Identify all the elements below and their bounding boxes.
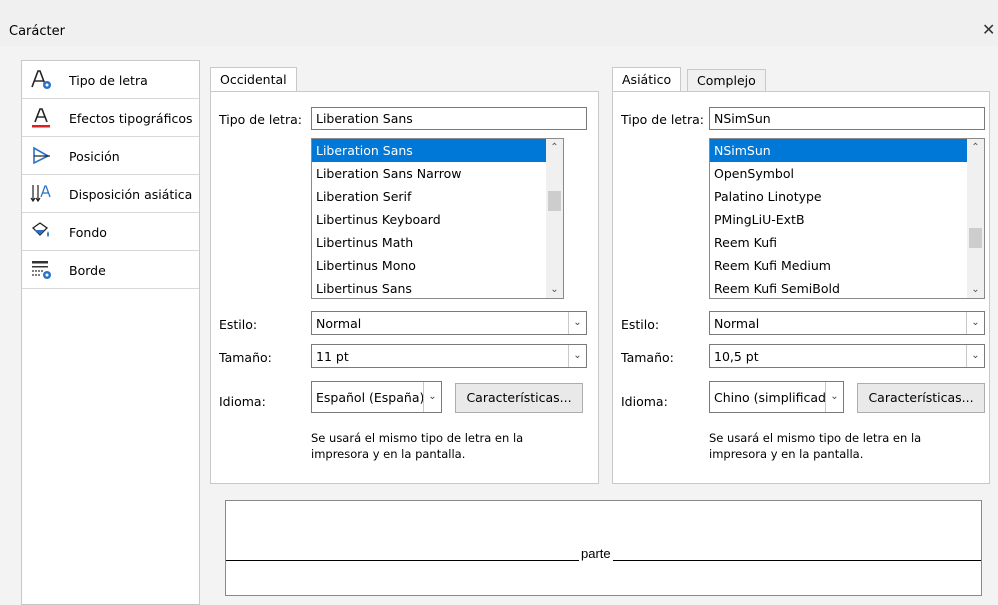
list-item[interactable]: Palatino Linotype [710, 185, 984, 208]
sidebar-item-label: Tipo de letra [69, 73, 148, 88]
list-item[interactable]: PMingLiU-ExtB [710, 208, 984, 231]
asian-font-panel: Tipo de letra: NSimSun NSimSun OpenSymbo… [612, 91, 990, 484]
western-language-select[interactable]: Español (España) ⌄ [311, 381, 442, 413]
scrollbar[interactable]: ⌃ ⌄ [546, 139, 563, 298]
style-label: Estilo: [219, 317, 258, 332]
scrollbar[interactable]: ⌃ ⌄ [967, 139, 984, 298]
western-font-input[interactable]: Liberation Sans [311, 107, 587, 130]
list-item[interactable]: Libertinus Math [312, 231, 563, 254]
sidebar-item-label: Posición [69, 149, 120, 164]
tab-western[interactable]: Occidental [210, 67, 297, 92]
list-item[interactable]: Libertinus Mono [312, 254, 563, 277]
chevron-down-icon[interactable]: ⌄ [568, 345, 586, 367]
asian-features-button[interactable]: Características... [857, 383, 985, 413]
sidebar-item-label: Fondo [69, 225, 107, 240]
sidebar-item-asian-layout[interactable]: Disposición asiática [22, 175, 199, 213]
western-style-select[interactable]: Normal ⌄ [311, 311, 587, 335]
list-item[interactable]: OpenSymbol [710, 162, 984, 185]
chevron-down-icon[interactable]: ⌄ [966, 312, 984, 334]
sidebar-item-background[interactable]: Fondo [22, 213, 199, 251]
chevron-down-icon[interactable]: ⌄ [967, 281, 984, 298]
list-item[interactable]: NSimSun [710, 139, 967, 162]
chevron-up-icon[interactable]: ⌃ [546, 139, 563, 156]
asian-size-select[interactable]: 10,5 pt ⌄ [709, 344, 985, 368]
language-value: Español (España) [316, 390, 424, 405]
language-label: Idioma: [219, 394, 266, 409]
asian-language-select[interactable]: Chino (simplificad ⌄ [709, 381, 844, 413]
list-item[interactable]: Reem Kufi Medium [710, 254, 984, 277]
chevron-up-icon[interactable]: ⌃ [967, 139, 984, 156]
close-icon[interactable]: ✕ [982, 20, 995, 39]
western-features-button[interactable]: Características... [455, 383, 583, 413]
font-name-label: Tipo de letra: [219, 112, 302, 127]
scrollbar-thumb[interactable] [969, 228, 982, 248]
chevron-down-icon[interactable]: ⌄ [423, 382, 441, 412]
western-font-panel: Tipo de letra: Liberation Sans Liberatio… [210, 91, 599, 484]
printer-screen-note: Se usará el mismo tipo de letra en la im… [311, 431, 524, 461]
list-item[interactable]: Libertinus Sans [312, 277, 563, 298]
asian-font-input[interactable]: NSimSun [709, 107, 985, 130]
asian-font-list[interactable]: NSimSun OpenSymbol Palatino Linotype PMi… [709, 138, 985, 299]
style-label: Estilo: [621, 317, 660, 332]
sidebar-item-label: Efectos tipográficos [69, 111, 193, 126]
western-size-select[interactable]: 11 pt ⌄ [311, 344, 587, 368]
asian-layout-icon [30, 185, 51, 203]
chevron-down-icon[interactable]: ⌄ [546, 281, 563, 298]
title-bar: Carácter ✕ [0, 0, 998, 46]
scrollbar-thumb[interactable] [548, 191, 561, 211]
font-effects-icon [32, 108, 50, 128]
size-value: 11 pt [316, 349, 349, 364]
tab-complex[interactable]: Complejo [687, 69, 766, 91]
font-icon [31, 70, 51, 89]
position-icon [33, 146, 50, 165]
printer-screen-note: Se usará el mismo tipo de letra en la im… [709, 431, 922, 461]
list-item[interactable]: Reem Kufi SemiBold [710, 277, 984, 298]
tab-asian[interactable]: Asiático [612, 67, 682, 92]
western-font-list[interactable]: Liberation Sans Liberation Sans Narrow L… [311, 138, 564, 299]
style-value: Normal [714, 316, 760, 331]
list-item[interactable]: Liberation Serif [312, 185, 563, 208]
chevron-down-icon[interactable]: ⌄ [568, 312, 586, 334]
sidebar-item-font[interactable]: Tipo de letra [22, 61, 199, 99]
style-value: Normal [316, 316, 362, 331]
size-label: Tamaño: [219, 350, 272, 365]
language-value: Chino (simplificad [714, 390, 826, 405]
list-item[interactable]: Liberation Sans Narrow [312, 162, 563, 185]
chevron-down-icon[interactable]: ⌄ [966, 345, 984, 367]
sidebar-item-border[interactable]: Borde [22, 251, 199, 289]
size-label: Tamaño: [621, 350, 674, 365]
sidebar-item-label: Disposición asiática [69, 187, 193, 202]
font-preview: parte [225, 500, 982, 596]
chevron-down-icon[interactable]: ⌄ [825, 382, 843, 412]
preview-text: parte [579, 546, 613, 561]
sidebar-item-font-effects[interactable]: Efectos tipográficos [22, 99, 199, 137]
sidebar-item-position[interactable]: Posición [22, 137, 199, 175]
window-title: Carácter [9, 24, 65, 39]
category-sidebar: Tipo de letra Efectos tipográficos Posic… [21, 60, 200, 605]
background-icon [31, 222, 49, 237]
size-value: 10,5 pt [714, 349, 759, 364]
list-item[interactable]: Liberation Sans [312, 139, 563, 162]
asian-style-select[interactable]: Normal ⌄ [709, 311, 985, 335]
border-icon [32, 261, 51, 279]
sidebar-item-label: Borde [69, 263, 106, 278]
list-item[interactable]: Libertinus Keyboard [312, 208, 563, 231]
list-item[interactable]: Reem Kufi [710, 231, 984, 254]
language-label: Idioma: [621, 394, 668, 409]
font-name-label: Tipo de letra: [621, 112, 704, 127]
